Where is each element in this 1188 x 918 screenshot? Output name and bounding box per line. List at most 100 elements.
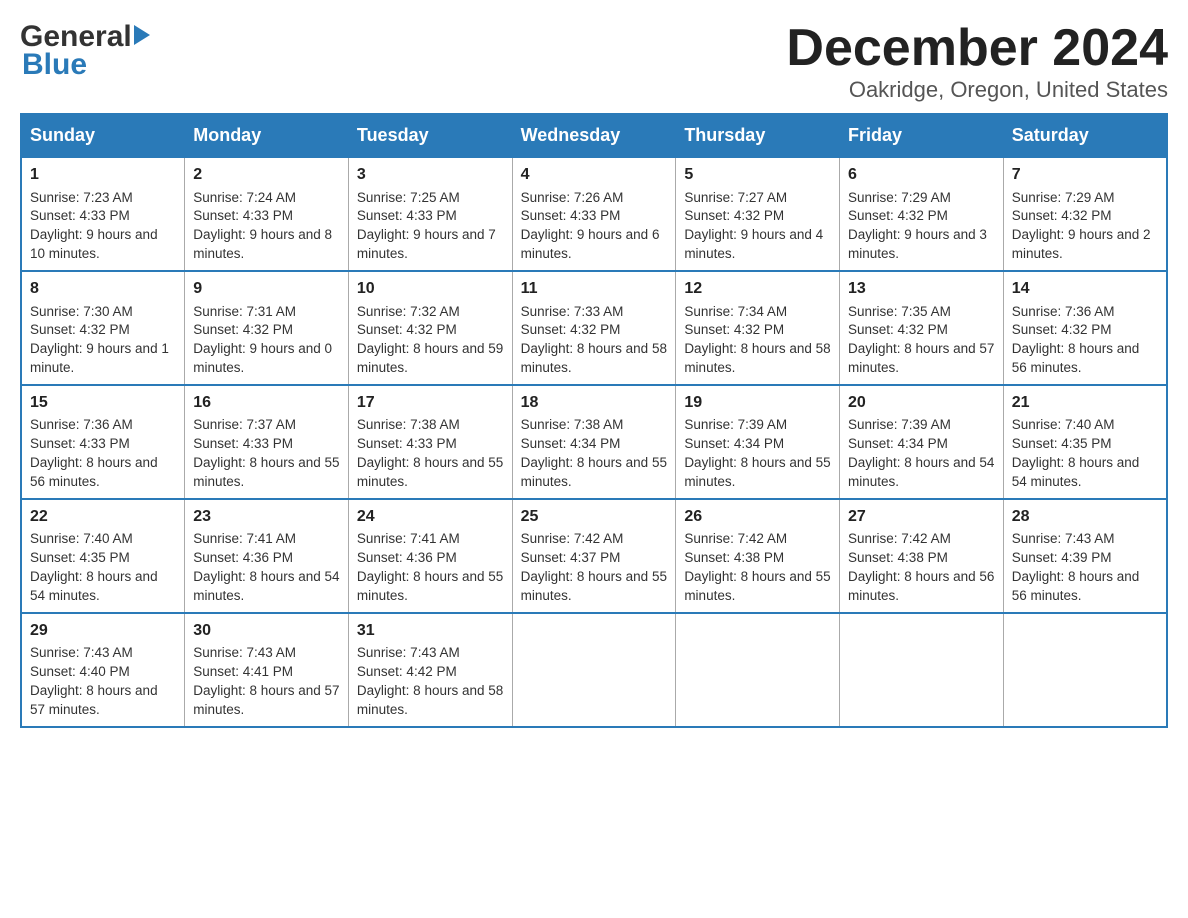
day-number: 14 [1012, 278, 1158, 300]
day-info: Sunrise: 7:36 AMSunset: 4:32 PMDaylight:… [1012, 304, 1140, 376]
day-number: 25 [521, 506, 668, 528]
calendar-day-cell: 5 Sunrise: 7:27 AMSunset: 4:32 PMDayligh… [676, 157, 840, 271]
day-of-week-header: Tuesday [348, 114, 512, 157]
day-info: Sunrise: 7:42 AMSunset: 4:38 PMDaylight:… [848, 531, 994, 603]
day-info: Sunrise: 7:34 AMSunset: 4:32 PMDaylight:… [684, 304, 830, 376]
calendar-day-cell: 24 Sunrise: 7:41 AMSunset: 4:36 PMDaylig… [348, 499, 512, 613]
day-number: 17 [357, 392, 504, 414]
day-number: 21 [1012, 392, 1158, 414]
calendar-day-cell: 4 Sunrise: 7:26 AMSunset: 4:33 PMDayligh… [512, 157, 676, 271]
calendar-day-cell: 27 Sunrise: 7:42 AMSunset: 4:38 PMDaylig… [840, 499, 1004, 613]
month-year-title: December 2024 [786, 20, 1168, 77]
day-number: 26 [684, 506, 831, 528]
day-number: 8 [30, 278, 176, 300]
day-number: 2 [193, 164, 340, 186]
calendar-day-cell: 20 Sunrise: 7:39 AMSunset: 4:34 PMDaylig… [840, 385, 1004, 499]
calendar-day-cell: 2 Sunrise: 7:24 AMSunset: 4:33 PMDayligh… [185, 157, 349, 271]
calendar-day-cell: 9 Sunrise: 7:31 AMSunset: 4:32 PMDayligh… [185, 271, 349, 385]
logo-blue-text: Blue [20, 48, 87, 82]
logo: General Blue [20, 20, 150, 82]
day-number: 15 [30, 392, 176, 414]
day-info: Sunrise: 7:23 AMSunset: 4:33 PMDaylight:… [30, 190, 158, 262]
calendar-day-cell: 8 Sunrise: 7:30 AMSunset: 4:32 PMDayligh… [21, 271, 185, 385]
day-number: 16 [193, 392, 340, 414]
calendar-day-cell: 19 Sunrise: 7:39 AMSunset: 4:34 PMDaylig… [676, 385, 840, 499]
calendar-body: 1 Sunrise: 7:23 AMSunset: 4:33 PMDayligh… [21, 157, 1167, 727]
days-of-week-row: SundayMondayTuesdayWednesdayThursdayFrid… [21, 114, 1167, 157]
day-number: 22 [30, 506, 176, 528]
calendar-table: SundayMondayTuesdayWednesdayThursdayFrid… [20, 113, 1168, 728]
calendar-day-cell: 6 Sunrise: 7:29 AMSunset: 4:32 PMDayligh… [840, 157, 1004, 271]
day-number: 19 [684, 392, 831, 414]
day-info: Sunrise: 7:43 AMSunset: 4:42 PMDaylight:… [357, 645, 503, 717]
day-info: Sunrise: 7:30 AMSunset: 4:32 PMDaylight:… [30, 304, 169, 376]
calendar-day-cell [1003, 613, 1167, 727]
day-info: Sunrise: 7:32 AMSunset: 4:32 PMDaylight:… [357, 304, 503, 376]
calendar-day-cell [512, 613, 676, 727]
day-number: 1 [30, 164, 176, 186]
calendar-day-cell: 21 Sunrise: 7:40 AMSunset: 4:35 PMDaylig… [1003, 385, 1167, 499]
day-info: Sunrise: 7:38 AMSunset: 4:34 PMDaylight:… [521, 417, 667, 489]
calendar-week-row: 8 Sunrise: 7:30 AMSunset: 4:32 PMDayligh… [21, 271, 1167, 385]
calendar-day-cell: 31 Sunrise: 7:43 AMSunset: 4:42 PMDaylig… [348, 613, 512, 727]
day-number: 4 [521, 164, 668, 186]
day-number: 24 [357, 506, 504, 528]
day-info: Sunrise: 7:33 AMSunset: 4:32 PMDaylight:… [521, 304, 667, 376]
day-number: 6 [848, 164, 995, 186]
day-info: Sunrise: 7:40 AMSunset: 4:35 PMDaylight:… [1012, 417, 1140, 489]
day-number: 27 [848, 506, 995, 528]
day-info: Sunrise: 7:42 AMSunset: 4:38 PMDaylight:… [684, 531, 830, 603]
day-of-week-header: Thursday [676, 114, 840, 157]
calendar-day-cell: 14 Sunrise: 7:36 AMSunset: 4:32 PMDaylig… [1003, 271, 1167, 385]
day-of-week-header: Sunday [21, 114, 185, 157]
calendar-day-cell: 3 Sunrise: 7:25 AMSunset: 4:33 PMDayligh… [348, 157, 512, 271]
calendar-day-cell: 25 Sunrise: 7:42 AMSunset: 4:37 PMDaylig… [512, 499, 676, 613]
calendar-week-row: 22 Sunrise: 7:40 AMSunset: 4:35 PMDaylig… [21, 499, 1167, 613]
day-info: Sunrise: 7:31 AMSunset: 4:32 PMDaylight:… [193, 304, 332, 376]
calendar-header: SundayMondayTuesdayWednesdayThursdayFrid… [21, 114, 1167, 157]
calendar-week-row: 1 Sunrise: 7:23 AMSunset: 4:33 PMDayligh… [21, 157, 1167, 271]
calendar-day-cell: 30 Sunrise: 7:43 AMSunset: 4:41 PMDaylig… [185, 613, 349, 727]
day-info: Sunrise: 7:25 AMSunset: 4:33 PMDaylight:… [357, 190, 496, 262]
page-header: General Blue December 2024 Oakridge, Ore… [20, 20, 1168, 103]
day-info: Sunrise: 7:41 AMSunset: 4:36 PMDaylight:… [193, 531, 339, 603]
calendar-day-cell: 13 Sunrise: 7:35 AMSunset: 4:32 PMDaylig… [840, 271, 1004, 385]
day-number: 18 [521, 392, 668, 414]
calendar-day-cell: 11 Sunrise: 7:33 AMSunset: 4:32 PMDaylig… [512, 271, 676, 385]
calendar-day-cell: 18 Sunrise: 7:38 AMSunset: 4:34 PMDaylig… [512, 385, 676, 499]
day-info: Sunrise: 7:39 AMSunset: 4:34 PMDaylight:… [684, 417, 830, 489]
title-block: December 2024 Oakridge, Oregon, United S… [786, 20, 1168, 103]
day-info: Sunrise: 7:24 AMSunset: 4:33 PMDaylight:… [193, 190, 332, 262]
day-number: 30 [193, 620, 340, 642]
calendar-day-cell [840, 613, 1004, 727]
day-info: Sunrise: 7:43 AMSunset: 4:41 PMDaylight:… [193, 645, 339, 717]
day-of-week-header: Friday [840, 114, 1004, 157]
day-info: Sunrise: 7:36 AMSunset: 4:33 PMDaylight:… [30, 417, 158, 489]
calendar-day-cell: 26 Sunrise: 7:42 AMSunset: 4:38 PMDaylig… [676, 499, 840, 613]
calendar-day-cell: 10 Sunrise: 7:32 AMSunset: 4:32 PMDaylig… [348, 271, 512, 385]
day-number: 29 [30, 620, 176, 642]
day-info: Sunrise: 7:41 AMSunset: 4:36 PMDaylight:… [357, 531, 503, 603]
location-subtitle: Oakridge, Oregon, United States [786, 77, 1168, 103]
calendar-day-cell: 7 Sunrise: 7:29 AMSunset: 4:32 PMDayligh… [1003, 157, 1167, 271]
day-of-week-header: Wednesday [512, 114, 676, 157]
day-info: Sunrise: 7:39 AMSunset: 4:34 PMDaylight:… [848, 417, 994, 489]
calendar-day-cell: 23 Sunrise: 7:41 AMSunset: 4:36 PMDaylig… [185, 499, 349, 613]
day-of-week-header: Saturday [1003, 114, 1167, 157]
calendar-day-cell: 22 Sunrise: 7:40 AMSunset: 4:35 PMDaylig… [21, 499, 185, 613]
day-number: 31 [357, 620, 504, 642]
day-info: Sunrise: 7:38 AMSunset: 4:33 PMDaylight:… [357, 417, 503, 489]
calendar-week-row: 15 Sunrise: 7:36 AMSunset: 4:33 PMDaylig… [21, 385, 1167, 499]
calendar-day-cell: 29 Sunrise: 7:43 AMSunset: 4:40 PMDaylig… [21, 613, 185, 727]
calendar-day-cell: 1 Sunrise: 7:23 AMSunset: 4:33 PMDayligh… [21, 157, 185, 271]
day-number: 11 [521, 278, 668, 300]
day-number: 9 [193, 278, 340, 300]
day-info: Sunrise: 7:27 AMSunset: 4:32 PMDaylight:… [684, 190, 823, 262]
calendar-day-cell: 16 Sunrise: 7:37 AMSunset: 4:33 PMDaylig… [185, 385, 349, 499]
day-number: 20 [848, 392, 995, 414]
day-info: Sunrise: 7:29 AMSunset: 4:32 PMDaylight:… [848, 190, 987, 262]
day-info: Sunrise: 7:42 AMSunset: 4:37 PMDaylight:… [521, 531, 667, 603]
logo-arrow-icon [134, 25, 150, 45]
day-number: 5 [684, 164, 831, 186]
day-of-week-header: Monday [185, 114, 349, 157]
